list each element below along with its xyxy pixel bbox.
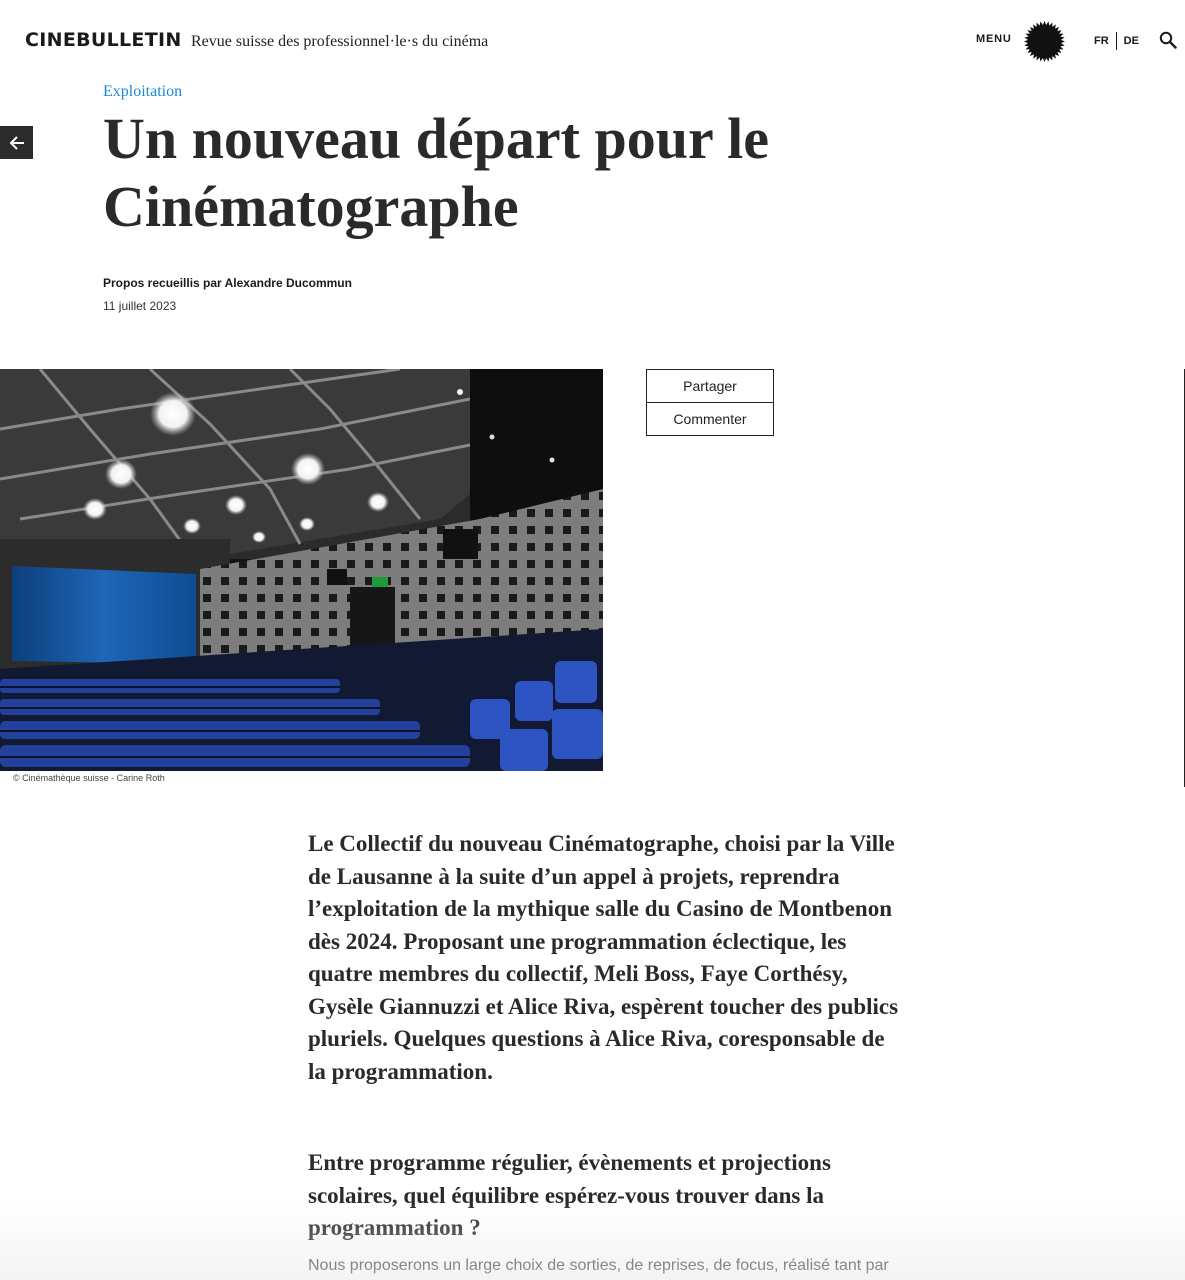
article-title: Un nouveau départ pour le Cinématographe	[103, 106, 770, 239]
arrow-left-icon	[9, 135, 24, 150]
article-date: 11 juillet 2023	[103, 299, 177, 313]
starburst-icon[interactable]	[1023, 20, 1066, 63]
interview-answer: Nous proposerons un large choix de sorti…	[308, 1257, 889, 1274]
search-icon[interactable]	[1159, 31, 1177, 49]
back-button[interactable]	[0, 126, 33, 159]
photo-credit: © Cinémathèque suisse - Carine Roth	[13, 773, 165, 783]
site-logo[interactable]: CINEBULLETIN	[25, 29, 182, 51]
lang-fr[interactable]: FR	[1094, 35, 1109, 47]
comment-button[interactable]: Commenter	[646, 402, 774, 436]
site-tagline: Revue suisse des professionnel·le·s du c…	[191, 33, 489, 50]
language-switcher: FR DE	[1094, 32, 1139, 50]
share-button[interactable]: Partager	[646, 369, 774, 403]
article-photo	[0, 369, 603, 771]
lang-divider	[1115, 32, 1117, 50]
menu-button[interactable]: MENU	[976, 33, 1012, 45]
interview-question: Entre programme régulier, évènements et …	[308, 1150, 831, 1240]
lang-de[interactable]: DE	[1124, 35, 1139, 47]
article-category[interactable]: Exploitation	[103, 83, 182, 101]
article-author: Propos recueillis par Alexandre Ducommun	[103, 276, 352, 290]
article-lead: Le Collectif du nouveau Cinématographe, …	[308, 831, 899, 1084]
article-actions: Partager Commenter	[646, 369, 774, 436]
